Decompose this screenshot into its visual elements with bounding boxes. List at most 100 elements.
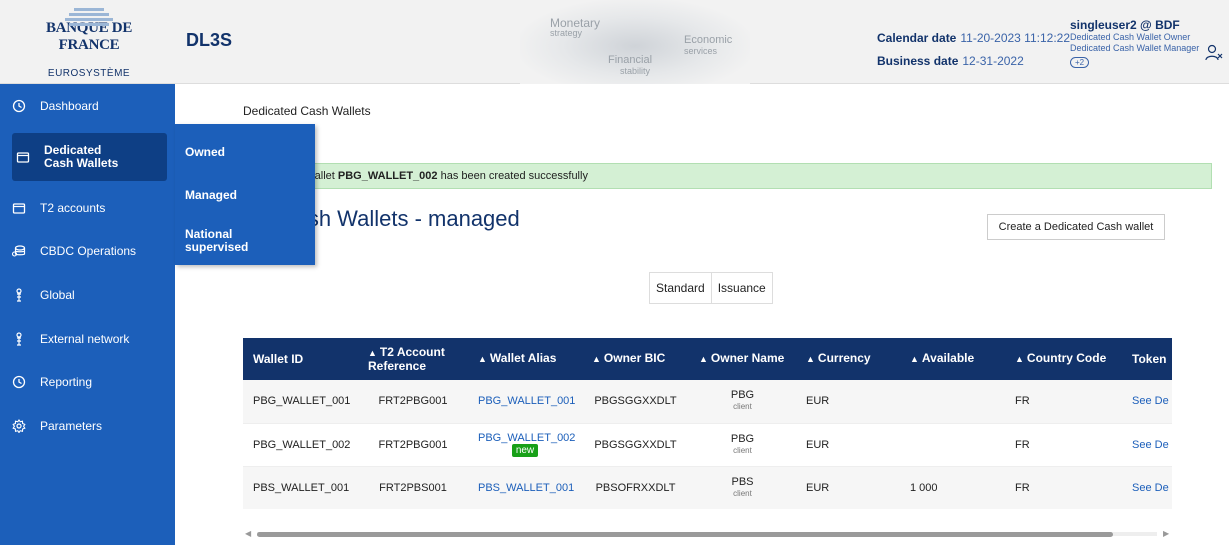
hero-text-stability: stability — [620, 66, 651, 76]
dedicated-cash-wallets-submenu: Owned Managed National supervised — [175, 124, 315, 265]
wallet-icon — [16, 152, 30, 163]
owner-type: client — [733, 402, 752, 412]
sidebar-item-t2-accounts[interactable]: T2 accounts — [0, 188, 175, 228]
column-header-currency[interactable]: ▲︎ Currency — [796, 338, 900, 380]
sidebar-item-label: Global — [40, 287, 75, 302]
new-badge: new — [511, 444, 539, 457]
view-toggle: Standard Issuance — [649, 272, 773, 304]
table-row[interactable]: PBG_WALLET_002 FRT2PBG001 PBG_WALLET_002… — [243, 423, 1172, 467]
cell-country-code: FR — [1005, 466, 1122, 509]
column-header-available[interactable]: ▲︎ Available — [900, 338, 1005, 380]
top-header: BANQUE DE FRANCE EUROSYSTÈME DL3S Moneta… — [0, 0, 1229, 84]
scroll-right-arrow-icon[interactable]: ▶︎ — [1163, 529, 1169, 538]
owner-name: PBS — [731, 475, 754, 488]
submenu-item-owned[interactable]: Owned — [185, 146, 225, 159]
sidebar-item-dedicated-cash-wallets[interactable]: Dedicated Cash Wallets — [12, 133, 167, 181]
user-info[interactable]: singleuser2 @ BDF Dedicated Cash Wallet … — [1070, 18, 1199, 68]
wallet-icon — [12, 203, 26, 214]
cell-owner-bic: PBSOFRXXDLT — [582, 466, 689, 509]
sidebar-item-reporting[interactable]: Reporting — [0, 362, 175, 402]
table-row[interactable]: PBS_WALLET_001 FRT2PBS001 PBS_WALLET_001… — [243, 466, 1172, 509]
sidebar: Dashboard Dedicated Cash Wallets T2 acco… — [0, 84, 175, 545]
sidebar-item-label: Reporting — [40, 374, 93, 389]
column-header-label: Owner Name — [710, 351, 785, 365]
cell-token-link[interactable]: See De — [1122, 380, 1172, 424]
toggle-standard[interactable]: Standard — [650, 273, 711, 303]
column-header-country-code[interactable]: ▲︎ Country Code — [1005, 338, 1122, 380]
toggle-issuance[interactable]: Issuance — [710, 273, 772, 303]
more-roles-badge[interactable]: +2 — [1070, 57, 1090, 68]
wallets-table: Wallet ID ▲︎ T2 Account Reference ▲︎ Walle… — [243, 338, 1172, 509]
create-dedicated-cash-wallet-button[interactable]: Create a Dedicated Cash wallet — [987, 214, 1165, 240]
scrollbar-thumb[interactable] — [257, 532, 1113, 537]
hero-text-services: services — [684, 46, 718, 56]
owner-type: client — [733, 445, 752, 455]
column-header-label: T2 Account Reference — [368, 344, 445, 373]
cell-available: 1 000 — [900, 466, 1005, 509]
alert-text-suffix: has been created successfully — [437, 170, 588, 182]
cell-t2-ref: FRT2PBG001 — [358, 423, 468, 467]
calendar-date-label: Calendar date — [877, 31, 957, 45]
sort-icon: ▲︎ — [478, 354, 487, 364]
column-header-wallet-alias[interactable]: ▲︎ Wallet Alias — [468, 338, 582, 380]
sidebar-item-label: Parameters — [40, 418, 103, 433]
person-icon — [16, 288, 22, 302]
column-header-owner-bic[interactable]: ▲︎ Owner BIC — [582, 338, 689, 380]
coins-icon — [12, 245, 26, 257]
hero-text-financial: Financial — [608, 54, 653, 66]
cell-wallet-id: PBG_WALLET_002 — [243, 423, 358, 467]
success-alert: cated Cash wallet PBG_WALLET_002 has bee… — [243, 163, 1212, 189]
cell-wallet-alias-link[interactable]: PBG_WALLET_001 — [468, 380, 582, 424]
cell-wallet-id: PBG_WALLET_001 — [243, 380, 358, 424]
sidebar-item-global[interactable]: Global — [0, 275, 175, 315]
hero-text-economic: Economic — [684, 34, 733, 46]
column-header-label: Available — [921, 351, 975, 365]
sidebar-item-parameters[interactable]: Parameters — [0, 406, 175, 446]
submenu-item-managed[interactable]: Managed — [185, 189, 237, 202]
column-header-t2-account-reference[interactable]: ▲︎ T2 Account Reference — [358, 338, 468, 380]
breadcrumb[interactable]: Dedicated Cash Wallets — [243, 104, 371, 118]
horizontal-scrollbar[interactable]: ◀︎ ▶︎ — [243, 527, 1172, 539]
date-panel: Calendar date 11-20-2023 11:12:22 Busines… — [877, 27, 1070, 73]
logo-subtitle: EUROSYSTÈME — [47, 68, 131, 79]
sort-icon: ▲︎ — [1015, 354, 1024, 364]
cell-t2-ref: FRT2PBS001 — [358, 466, 468, 509]
logo-emblem — [64, 8, 114, 32]
cell-currency: EUR — [796, 423, 900, 467]
scroll-left-arrow-icon[interactable]: ◀︎ — [245, 529, 251, 538]
column-header-token[interactable]: Token — [1122, 338, 1172, 380]
owner-type: client — [733, 488, 752, 498]
cell-wallet-alias: PBG_WALLET_002 new — [468, 423, 582, 467]
sidebar-item-cbdc-operations[interactable]: CBDC Operations — [0, 231, 175, 271]
calendar-date-value: 11-20-2023 11:12:22 — [960, 31, 1071, 45]
cell-token-link[interactable]: See De — [1122, 423, 1172, 467]
cell-owner-bic: PBGSGGXXDLT — [582, 423, 689, 467]
column-header-label: Country Code — [1026, 351, 1107, 365]
sidebar-item-dashboard[interactable]: Dashboard — [0, 86, 175, 126]
user-logout-icon[interactable] — [1205, 44, 1223, 62]
sidebar-item-label: T2 accounts — [40, 200, 106, 215]
column-header-label: Wallet ID — [253, 351, 304, 366]
hero-text-strategy: strategy — [550, 28, 583, 38]
table-row[interactable]: PBG_WALLET_001 FRT2PBG001 PBG_WALLET_001… — [243, 380, 1172, 424]
cell-wallet-alias-link[interactable]: PBG_WALLET_002 — [478, 432, 575, 444]
alert-wallet-id: PBG_WALLET_002 — [337, 170, 438, 182]
sidebar-item-label: Dedicated Cash Wallets — [44, 143, 119, 170]
cell-currency: EUR — [796, 380, 900, 424]
banque-de-france-logo[interactable]: BANQUE DE FRANCE EUROSYSTÈME — [14, 6, 164, 79]
submenu-item-national-supervised[interactable]: National supervised — [185, 228, 265, 254]
business-date-value: 12-31-2022 — [962, 54, 1024, 68]
cell-currency: EUR — [796, 466, 900, 509]
cell-wallet-alias-link[interactable]: PBS_WALLET_001 — [468, 466, 582, 509]
owner-name: PBG — [730, 432, 755, 445]
sidebar-item-external-network[interactable]: External network — [0, 319, 175, 359]
column-header-owner-name[interactable]: ▲︎ Owner Name — [689, 338, 796, 380]
user-role: Dedicated Cash Wallet Owner — [1070, 32, 1191, 42]
sort-icon: ▲︎ — [368, 347, 377, 358]
cell-wallet-id: PBS_WALLET_001 — [243, 466, 358, 509]
wallets-table-container: Wallet ID ▲︎ T2 Account Reference ▲︎ Walle… — [243, 338, 1172, 509]
cell-token-link[interactable]: See De — [1122, 466, 1172, 509]
sidebar-item-label: External network — [40, 331, 130, 346]
cell-available — [900, 423, 1005, 467]
column-header-wallet-id[interactable]: Wallet ID — [243, 338, 358, 380]
